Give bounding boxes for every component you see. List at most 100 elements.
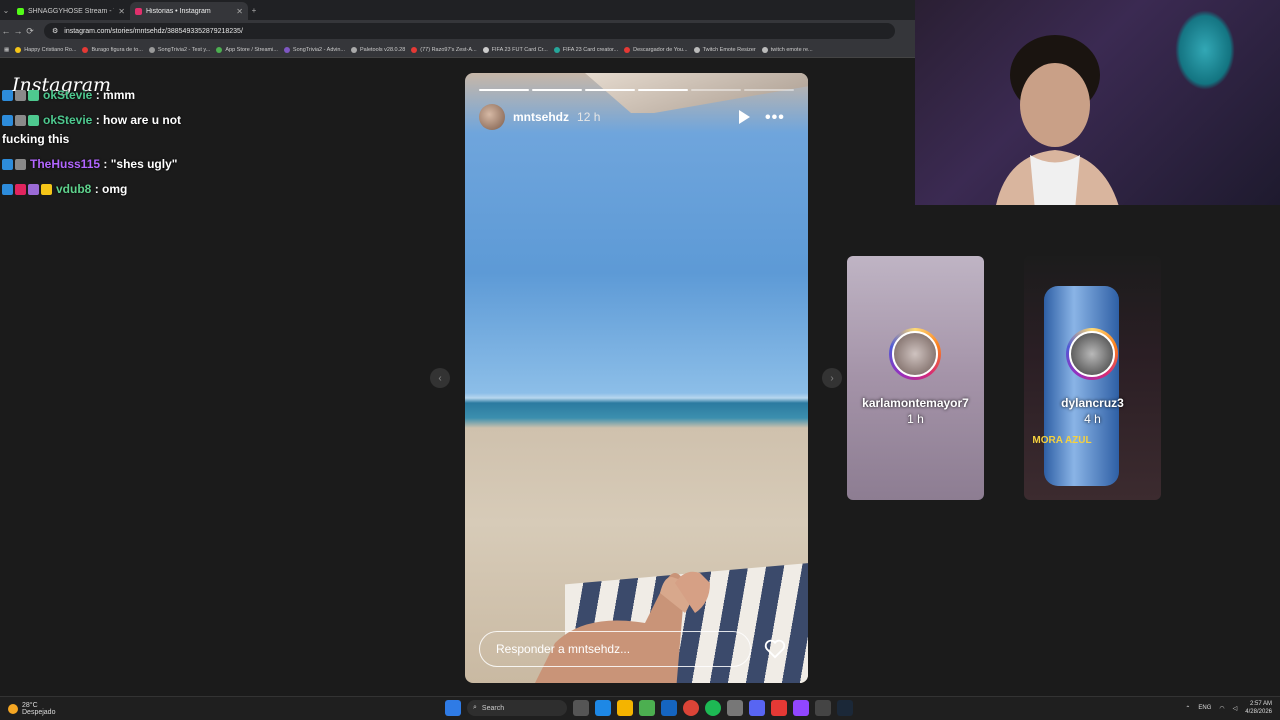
preview-time: 1 h (907, 412, 924, 426)
badge-icon (2, 159, 13, 170)
file-explorer-icon[interactable] (617, 700, 633, 716)
progress-segment (744, 89, 794, 91)
browser-tab-bar: ⌄ SHNAGGYHOSE Stream - Watc ✕ Historias … (0, 0, 915, 20)
bookmark-label: Happy Cristiano Ro... (24, 46, 77, 53)
mail-icon[interactable] (661, 700, 677, 716)
wifi-icon[interactable]: ◠ (1219, 705, 1224, 712)
bookmark[interactable]: twitch emote re... (761, 46, 813, 53)
bookmark-label: FIFA 23 FUT Card Cr... (491, 46, 548, 53)
chat-username[interactable]: TheHuss115 (30, 157, 100, 171)
tab-instagram[interactable]: Historias • Instagram ✕ (130, 2, 248, 20)
bookmark[interactable]: App Store / Streami... (216, 46, 278, 53)
more-icon[interactable]: ••• (765, 109, 785, 127)
forward-icon[interactable]: → (12, 26, 24, 36)
story-preview-card[interactable]: MORA AZUL dylancruz3 4 h (1024, 256, 1161, 500)
bookmark[interactable]: FIFA 23 FUT Card Cr... (482, 46, 548, 53)
bookmark[interactable]: Descargador de You... (624, 46, 688, 53)
weather-temp: 28°C (22, 701, 38, 709)
task-view-icon[interactable] (573, 700, 589, 716)
spotify-icon[interactable] (705, 700, 721, 716)
badge-icon (41, 184, 52, 195)
edge-icon[interactable] (595, 700, 611, 716)
start-icon[interactable] (445, 700, 461, 716)
reply-placeholder: Responder a mntsehdz... (496, 642, 631, 656)
previous-story-button[interactable]: ‹ (430, 368, 450, 388)
taskbar-apps: ⌕ Search (445, 700, 853, 716)
bookmark-label: Descargador de You... (633, 46, 688, 53)
bookmark[interactable]: Burago figura de to... (82, 46, 143, 53)
bookmark[interactable]: SongTrivia2 - Test y... (148, 46, 210, 53)
bookmark-favicon-icon (148, 46, 155, 53)
close-icon[interactable]: ✕ (236, 7, 243, 16)
next-story-button[interactable]: › (822, 368, 842, 388)
reply-input[interactable]: Responder a mntsehdz... (479, 631, 751, 667)
story-preview-card[interactable]: karlamontemayor7 1 h (847, 256, 984, 500)
chat-username[interactable]: okStevie (43, 113, 92, 127)
bookmark[interactable]: Twitch Emote Resizer (693, 46, 756, 53)
bookmark-label: Twitch Emote Resizer (702, 46, 756, 53)
address-bar[interactable]: ⚙ instagram.com/stories/mntsehdz/3885493… (44, 23, 895, 39)
weather-widget[interactable]: 28°C Despejado (8, 702, 88, 716)
app-icon[interactable] (815, 700, 831, 716)
clock-time: 2:57 AM (1249, 701, 1272, 707)
badge-icon (28, 184, 39, 195)
bookmark[interactable]: (77) Razo97's Zest-A... (411, 46, 477, 53)
tab-list-icon[interactable]: ⌄ (0, 6, 12, 15)
obs-icon[interactable] (771, 700, 787, 716)
bookmark-favicon-icon (553, 46, 560, 53)
clock[interactable]: 2:57 AM 4/28/2026 (1245, 700, 1272, 716)
chat-message: vdub8 : omg (2, 180, 202, 199)
discord-icon[interactable] (749, 700, 765, 716)
bookmark-favicon-icon (15, 46, 22, 53)
close-icon[interactable]: ✕ (118, 7, 125, 16)
bookmark-label: Paletools v28.0.28 (360, 46, 406, 53)
preview-username: dylancruz3 (1061, 396, 1124, 410)
steam-icon[interactable] (837, 700, 853, 716)
settings-icon[interactable] (727, 700, 743, 716)
chat-text: : omg (94, 182, 128, 196)
bookmark[interactable]: Happy Cristiano Ro... (15, 46, 77, 53)
reload-icon[interactable]: ⟳ (24, 26, 36, 37)
bookmark[interactable]: FIFA 23 Card creator... (553, 46, 618, 53)
badge-icon (2, 184, 13, 195)
story-progress-bar (479, 89, 794, 91)
webcam-overlay (915, 0, 1280, 205)
tab-stream[interactable]: SHNAGGYHOSE Stream - Watc ✕ (12, 2, 130, 20)
language-indicator[interactable]: ENG (1198, 705, 1211, 711)
store-icon[interactable] (639, 700, 655, 716)
url-text: instagram.com/stories/mntsehdz/388549335… (64, 27, 243, 35)
story-viewer[interactable]: mntsehdz 12 h ••• Responder a mntsehdz..… (465, 73, 808, 683)
badge-icon (28, 115, 39, 126)
bookmark-favicon-icon (624, 46, 631, 53)
play-icon[interactable] (737, 109, 751, 125)
tab-title: SHNAGGYHOSE Stream - Watc (28, 7, 114, 15)
clock-date: 4/28/2026 (1245, 709, 1272, 715)
bookmark-favicon-icon (761, 46, 768, 53)
progress-segment (691, 89, 741, 91)
taskbar-search[interactable]: ⌕ Search (467, 700, 567, 716)
browser-nav-bar: ← → ⟳ ⚙ instagram.com/stories/mntsehdz/3… (0, 20, 915, 42)
heart-icon[interactable] (764, 639, 786, 659)
apps-icon[interactable]: ▦ (4, 47, 9, 53)
volume-icon[interactable]: ◁ (1233, 705, 1238, 712)
bookmark[interactable]: Paletools v28.0.28 (351, 46, 406, 53)
chat-username[interactable]: okStevie (43, 88, 92, 102)
search-icon: ⌕ (473, 704, 477, 711)
stream-chat-overlay: okStevie : mmm okStevie : how are u not f… (2, 86, 202, 205)
chevron-up-icon[interactable]: ⌃ (1185, 705, 1190, 712)
chrome-icon[interactable] (683, 700, 699, 716)
chat-text: : mmm (95, 88, 136, 102)
bookmark-label: App Store / Streami... (225, 46, 278, 53)
chat-username[interactable]: vdub8 (56, 182, 91, 196)
new-tab-button[interactable]: + (248, 6, 260, 15)
story-username[interactable]: mntsehdz (513, 110, 569, 124)
bookmark-favicon-icon (283, 46, 290, 53)
twitch-icon[interactable] (793, 700, 809, 716)
badge-icon (15, 90, 26, 101)
back-icon[interactable]: ← (0, 26, 12, 36)
story-timestamp: 12 h (577, 110, 601, 124)
bookmark[interactable]: SongTrivia2 - Advin... (283, 46, 345, 53)
avatar[interactable] (479, 104, 505, 130)
site-info-icon[interactable]: ⚙ (52, 27, 58, 35)
bookmark-label: SongTrivia2 - Advin... (292, 46, 345, 53)
